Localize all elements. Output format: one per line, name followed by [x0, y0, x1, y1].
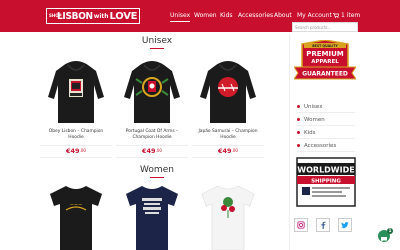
divider — [297, 138, 355, 139]
facebook-link[interactable] — [316, 218, 330, 232]
logo-text-with: with — [93, 12, 109, 20]
svg-text:WORLDWIDE: WORLDWIDE — [297, 166, 354, 175]
svg-text:PREMIUM: PREMIUM — [306, 50, 344, 58]
section-underline — [150, 48, 164, 49]
bullet-icon — [297, 144, 300, 147]
divider — [192, 157, 264, 158]
svg-text:BEST QUALITY: BEST QUALITY — [312, 44, 338, 48]
product-name[interactable]: Obey Lisbon – Champion Hoodie — [40, 129, 112, 141]
section-title-unisex: Unisex — [141, 36, 173, 46]
logo-text-love: LOVE — [109, 10, 138, 22]
product-image-womens-tee-black[interactable]: ~~~ — [46, 184, 106, 250]
search-input[interactable]: Search products... — [292, 22, 358, 32]
instagram-icon — [297, 221, 305, 229]
product-image-portugal-coat-of-arms-hoodie[interactable] — [122, 57, 182, 125]
facebook-icon — [321, 221, 326, 229]
divider — [40, 157, 112, 158]
nav-item-my-account[interactable]: My Account — [297, 12, 332, 22]
divider — [297, 112, 355, 113]
instagram-link[interactable] — [294, 218, 308, 232]
premium-apparel-guaranteed-badge: BEST QUALITY PREMIUM APPAREL GUARANTEED — [294, 40, 356, 80]
sidebar-divider — [289, 34, 290, 250]
product-image-womens-tee-navy[interactable] — [122, 184, 182, 250]
divider — [192, 145, 264, 146]
logo-text-shop: SHOP — [49, 13, 62, 18]
cart-link[interactable]: 1 item — [333, 12, 360, 19]
chat-unread-badge: 1 — [387, 228, 393, 234]
divider — [40, 145, 112, 146]
bullet-icon — [297, 105, 300, 108]
nav-item-about[interactable]: About — [274, 12, 292, 22]
divider — [116, 157, 188, 158]
product-image-womens-tee-white[interactable] — [198, 184, 258, 250]
bullet-icon — [297, 131, 300, 134]
product-price: €49.00 — [142, 147, 162, 155]
nav-item-unisex[interactable]: Unisex — [170, 12, 191, 22]
product-image-japao-samurai-hoodie[interactable] — [198, 57, 258, 125]
category-list: Unisex Women Kids Accessories — [297, 100, 336, 152]
nav-item-women[interactable]: Women — [194, 12, 217, 22]
product-image-obey-lisbon-hoodie[interactable] — [46, 57, 106, 125]
divider — [297, 151, 355, 152]
product-price: €49.00 — [218, 147, 238, 155]
product-name[interactable]: Japão Samurai – Champion Hoodie — [192, 129, 264, 141]
divider — [116, 145, 188, 146]
cart-label: 1 item — [341, 12, 361, 19]
svg-text:GUARANTEED: GUARANTEED — [302, 71, 348, 78]
product-price: €49.00 — [66, 147, 86, 155]
bullet-icon — [297, 118, 300, 121]
logo-text-lisbon: LISBON — [57, 10, 93, 22]
svg-text:SHIPPING: SHIPPING — [311, 179, 341, 185]
section-title-women: Women — [140, 165, 174, 175]
chat-icon — [381, 237, 387, 242]
product-name[interactable]: Portugal Coat Of Arms – Champion Hoodie — [116, 129, 188, 141]
svg-text:APPAREL: APPAREL — [311, 59, 339, 65]
nav-item-accessories[interactable]: Accessories — [238, 12, 273, 22]
twitter-link[interactable] — [338, 218, 352, 232]
site-logo[interactable]: SHOP LISBON with LOVE — [46, 8, 141, 24]
cart-icon — [333, 13, 339, 18]
worldwide-shipping-badge: WORLDWIDE SHIPPING — [296, 157, 356, 207]
divider — [297, 125, 355, 126]
section-underline — [150, 177, 164, 178]
nav-item-kids[interactable]: Kids — [220, 12, 233, 22]
twitter-icon — [341, 222, 349, 229]
